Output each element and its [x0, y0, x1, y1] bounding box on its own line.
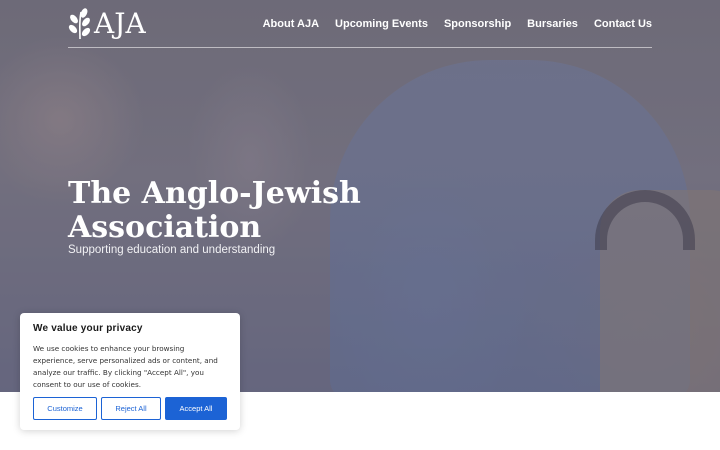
cookie-description: We use cookies to enhance your browsing … [33, 344, 218, 389]
nav-sponsorship[interactable]: Sponsorship [444, 17, 511, 31]
site-logo[interactable]: AJA [68, 8, 146, 40]
accept-all-button[interactable]: Accept All [165, 397, 227, 420]
hero-title: The Anglo-Jewish Association [68, 176, 361, 245]
logo-text: AJA [94, 7, 146, 40]
hero-subtitle: Supporting education and understanding [68, 244, 276, 256]
leaf-branch-icon [68, 8, 92, 40]
cookie-actions: Customize Reject All Accept All [33, 397, 227, 420]
nav-contact-us[interactable]: Contact Us [594, 17, 652, 31]
cookie-consent-banner: We value your privacy We use cookies to … [20, 313, 240, 430]
main-nav: About AJA Upcoming Events Sponsorship Bu… [263, 17, 652, 31]
nav-upcoming-events[interactable]: Upcoming Events [335, 17, 428, 31]
customize-button[interactable]: Customize [33, 397, 97, 420]
nav-about-aja[interactable]: About AJA [263, 17, 319, 31]
reject-all-button[interactable]: Reject All [101, 397, 161, 420]
cookie-title: We value your privacy [33, 323, 143, 334]
nav-bursaries[interactable]: Bursaries [527, 17, 578, 31]
site-header: AJA About AJA Upcoming Events Sponsorshi… [68, 0, 652, 48]
